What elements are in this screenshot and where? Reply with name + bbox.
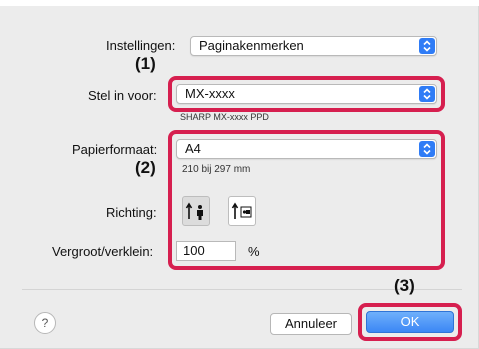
landscape-icon xyxy=(231,202,252,219)
orientation-landscape-button[interactable] xyxy=(228,196,256,226)
scale-unit: % xyxy=(248,244,260,259)
help-button[interactable]: ? xyxy=(34,312,56,334)
callout-2: (2) xyxy=(135,158,156,177)
paper-dimensions: 210 bij 297 mm xyxy=(182,164,251,175)
orientation-portrait-button[interactable] xyxy=(182,196,210,226)
popup-arrows-icon xyxy=(419,38,435,54)
page-setup-dialog: Instellingen: Paginakenmerken (1) Stel i… xyxy=(0,0,479,349)
scale-label: Vergroot/verklein: xyxy=(52,244,154,259)
cancel-button[interactable]: Annuleer xyxy=(270,313,352,335)
scale-input[interactable]: 100 xyxy=(176,241,236,261)
paper-size-value: A4 xyxy=(185,141,201,156)
popup-arrows-icon xyxy=(419,141,435,157)
ok-button[interactable]: OK xyxy=(366,311,454,333)
top-edge xyxy=(0,0,479,6)
format-for-value: MX-xxxx xyxy=(185,86,235,101)
paper-size-label: Papierformaat: xyxy=(72,142,158,157)
callout-3: (3) xyxy=(394,276,415,295)
settings-label: Instellingen: xyxy=(106,38,176,53)
portrait-icon xyxy=(185,202,203,220)
paper-size-popup[interactable]: A4 xyxy=(176,139,437,159)
popup-arrows-icon xyxy=(419,86,435,102)
format-for-label: Stel in voor: xyxy=(88,88,157,103)
format-for-popup[interactable]: MX-xxxx xyxy=(176,84,437,104)
printer-driver-name: SHARP MX-xxxx PPD xyxy=(180,112,269,122)
settings-value: Paginakenmerken xyxy=(199,38,304,53)
orientation-label: Richting: xyxy=(106,205,157,220)
callout-1: (1) xyxy=(135,54,156,73)
settings-popup[interactable]: Paginakenmerken xyxy=(190,36,437,56)
